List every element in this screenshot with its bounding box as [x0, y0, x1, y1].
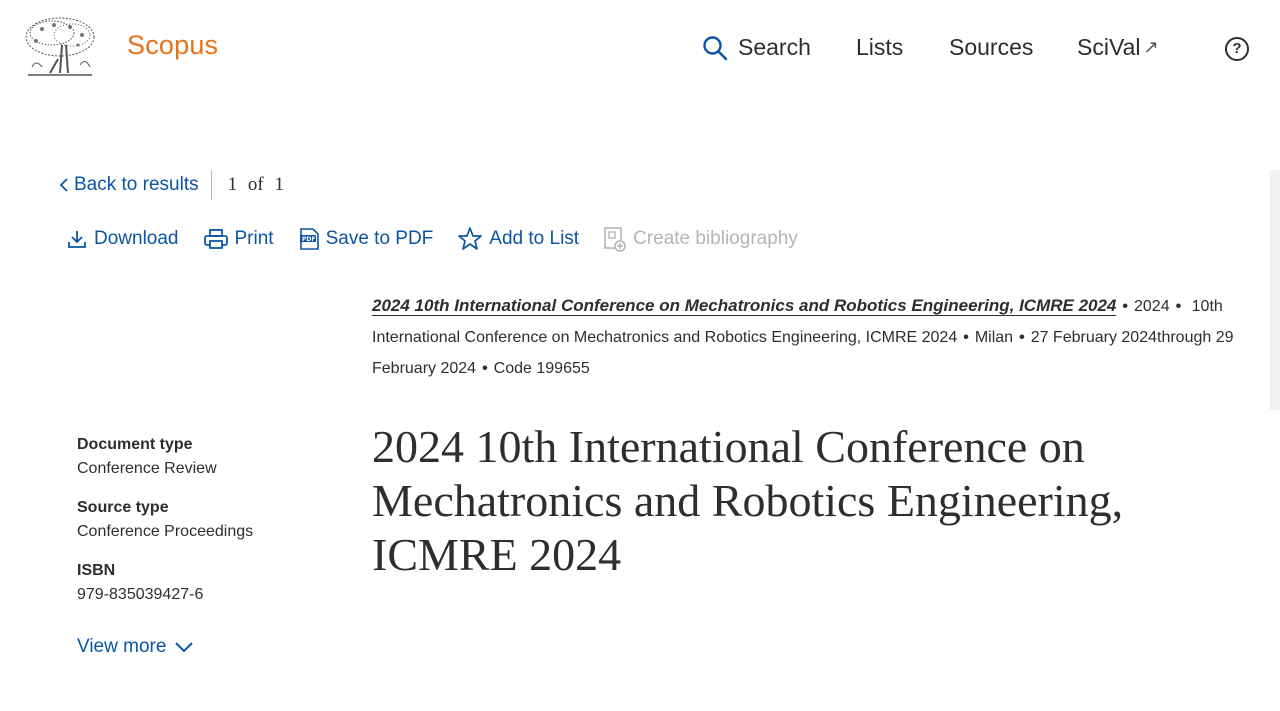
view-more-button[interactable]: View more: [77, 636, 194, 658]
pdf-icon: PDF: [299, 228, 319, 250]
pager-of: of: [247, 174, 264, 195]
scopus-brand[interactable]: Scopus: [127, 30, 218, 61]
print-button[interactable]: Print: [203, 227, 274, 251]
nav-sources[interactable]: Sources: [949, 34, 1033, 61]
source-year: 2024: [1134, 298, 1170, 315]
svg-text:PDF: PDF: [302, 236, 315, 243]
results-navigation: Back to results 1 of 1: [58, 170, 290, 200]
conference-code: Code 199655: [493, 360, 590, 377]
nav-scival[interactable]: SciVal ↗: [1077, 34, 1159, 61]
save-to-pdf-label: Save to PDF: [325, 228, 434, 249]
chevron-down-icon: [175, 642, 194, 653]
source-title-link[interactable]: 2024 10th International Conference on Me…: [372, 296, 1117, 316]
help-icon[interactable]: ?: [1225, 37, 1249, 61]
source-type-value: Conference Proceedings: [77, 523, 254, 540]
source-info: 2024 10th International Conference on Me…: [372, 296, 1234, 377]
bibliography-icon: [604, 227, 626, 252]
document-title: 2024 10th International Conference on Me…: [372, 421, 1124, 580]
isbn-label: ISBN: [77, 562, 116, 579]
save-to-pdf-button[interactable]: PDF Save to PDF: [298, 227, 434, 251]
isbn-value: 979-835039427-6: [77, 586, 204, 603]
pager-total: 1: [274, 174, 284, 195]
add-to-list-label: Add to List: [489, 228, 580, 249]
conference-location: Milan: [974, 329, 1014, 346]
nav-search[interactable]: Search: [702, 34, 811, 61]
create-bibliography-label: Create bibliography: [633, 228, 798, 249]
external-link-icon: ↗: [1143, 37, 1159, 57]
download-button[interactable]: Download: [66, 228, 179, 250]
nav-search-label: Search: [738, 34, 811, 60]
elsevier-tree-logo[interactable]: [22, 15, 98, 81]
pager-current: 1: [227, 174, 238, 195]
search-icon: [703, 35, 728, 60]
chevron-left-icon: [59, 178, 68, 192]
nav-scival-label: SciVal: [1077, 34, 1141, 60]
document-type-value: Conference Review: [77, 460, 217, 477]
download-icon: [68, 231, 86, 248]
download-label: Download: [94, 228, 179, 249]
document-metadata: Document type Conference Review Source t…: [77, 433, 337, 622]
print-icon: [203, 229, 228, 249]
nav-lists[interactable]: Lists: [856, 34, 903, 61]
divider: [210, 170, 212, 200]
document-toolbar: Download Print PDF Save to PDF Add to Li…: [66, 226, 822, 252]
print-label: Print: [234, 228, 274, 249]
star-icon: [458, 227, 483, 250]
view-more-label: View more: [77, 636, 167, 657]
add-to-list-button[interactable]: Add to List: [457, 226, 579, 252]
result-pager: 1 of 1: [228, 174, 290, 196]
create-bibliography-button[interactable]: Create bibliography: [603, 226, 798, 252]
source-type-label: Source type: [77, 499, 169, 516]
document-type-label: Document type: [77, 436, 193, 453]
back-to-results-link[interactable]: Back to results: [58, 174, 199, 196]
scrollbar[interactable]: [1270, 170, 1280, 410]
back-to-results-label: Back to results: [74, 174, 199, 195]
